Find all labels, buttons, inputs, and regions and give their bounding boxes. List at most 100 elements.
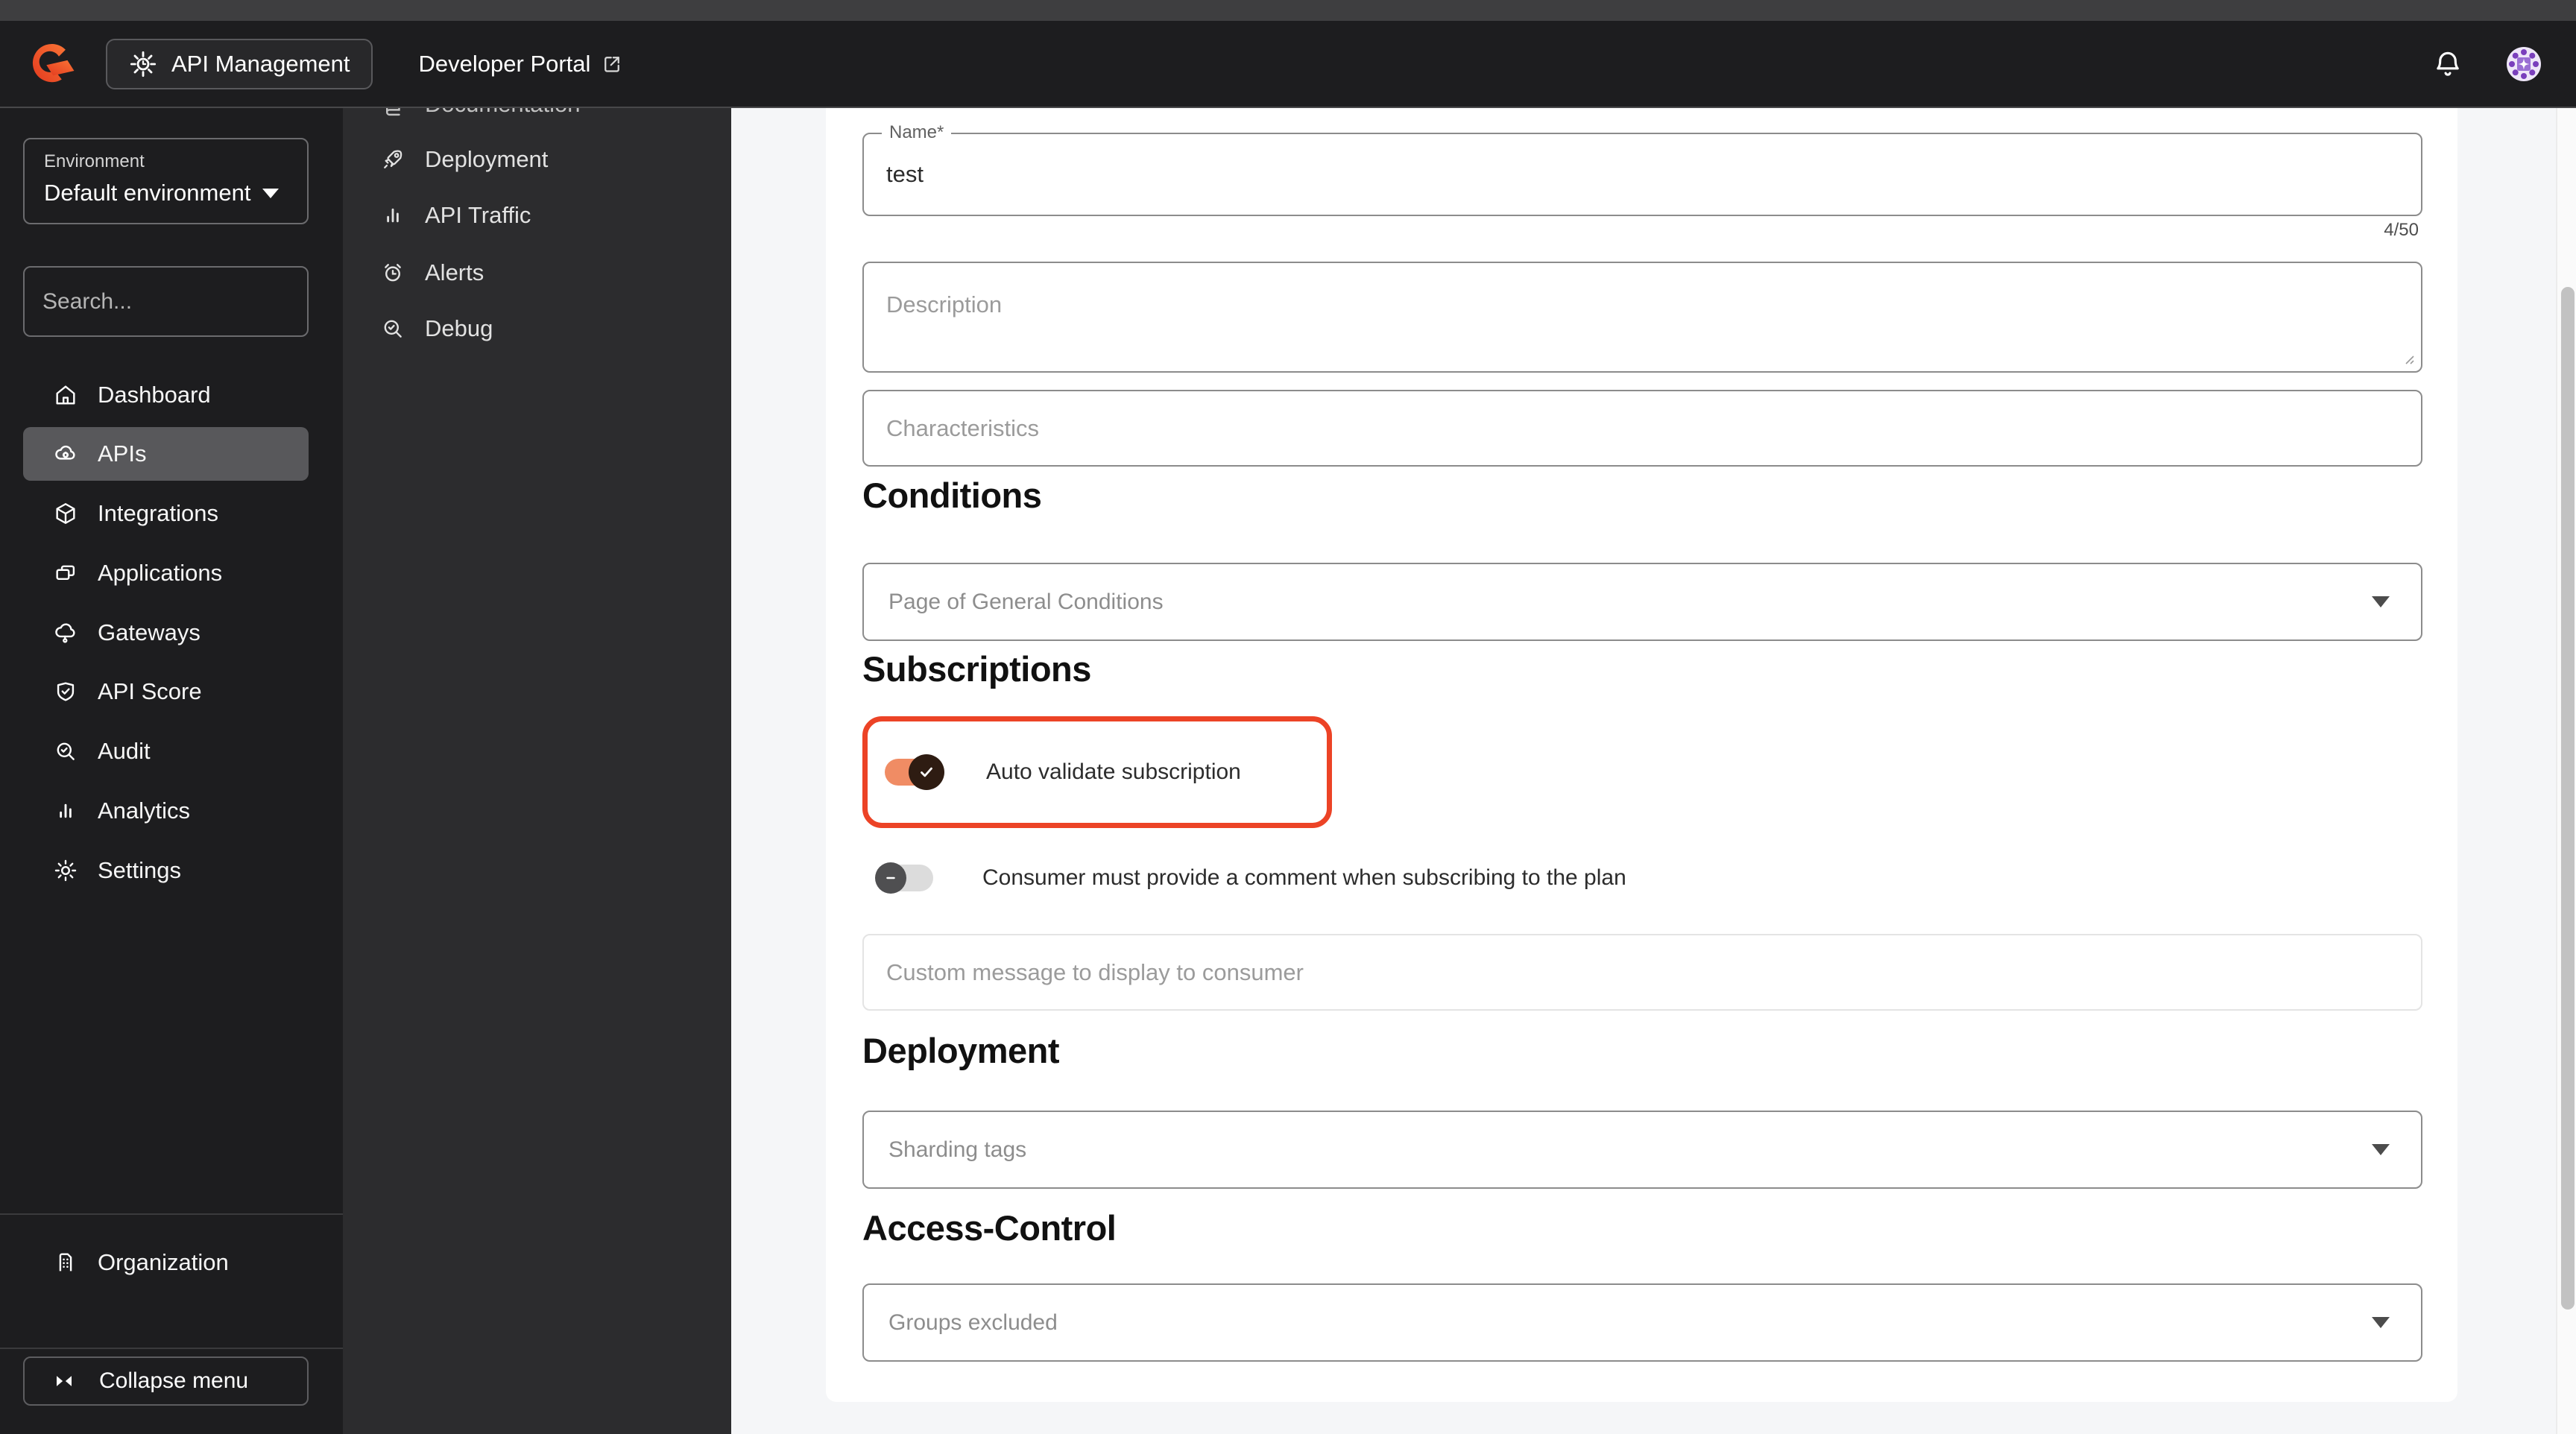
subnav-item-alerts[interactable]: Alerts bbox=[343, 246, 731, 300]
sharding-tags-placeholder: Sharding tags bbox=[888, 1137, 1027, 1162]
bar-chart-icon bbox=[60, 803, 72, 818]
sidebar-item-api-score[interactable]: API Score bbox=[23, 665, 309, 718]
developer-portal-label: Developer Portal bbox=[418, 50, 591, 77]
collapse-menu-button[interactable]: Collapse menu bbox=[23, 1356, 309, 1406]
comment-required-label: Consumer must provide a comment when sub… bbox=[982, 865, 1626, 890]
subnav-item-label: Documentation bbox=[425, 108, 581, 118]
sidebar-divider bbox=[0, 1213, 343, 1215]
name-field-label: Name* bbox=[882, 122, 952, 143]
bell-icon[interactable] bbox=[2431, 48, 2464, 80]
subnav-item-api-traffic[interactable]: API Traffic bbox=[343, 189, 731, 242]
sidebar-item-label: APIs bbox=[98, 440, 147, 467]
groups-excluded-placeholder: Groups excluded bbox=[888, 1310, 1058, 1335]
auto-validate-highlight-box: Auto validate subscription bbox=[862, 716, 1332, 828]
sidebar-item-label: API Score bbox=[98, 678, 202, 704]
developer-portal-link[interactable]: Developer Portal bbox=[419, 51, 624, 78]
environment-selector[interactable]: Environment Default environment bbox=[23, 138, 309, 224]
book-icon bbox=[386, 108, 400, 116]
collapse-icon bbox=[57, 1376, 72, 1386]
sidebar-item-organization[interactable]: Organization bbox=[23, 1236, 309, 1289]
subnav-item-label: Debug bbox=[425, 315, 493, 341]
description-field bbox=[862, 262, 2422, 373]
cloud-gear-icon bbox=[55, 445, 75, 460]
sidebar-item-label: Gateways bbox=[98, 619, 201, 645]
search-check-icon bbox=[384, 320, 402, 338]
api-secondary-nav: Documentation Deployment API Traffic Ale… bbox=[343, 108, 731, 1434]
description-textarea[interactable] bbox=[864, 263, 2421, 371]
comment-required-row: Consumer must provide a comment when sub… bbox=[875, 851, 1626, 905]
deployment-heading: Deployment bbox=[862, 1031, 1060, 1070]
sidebar-item-integrations[interactable]: Integrations bbox=[23, 487, 309, 540]
sidebar-divider bbox=[0, 1348, 343, 1349]
sharding-tags-select[interactable]: Sharding tags bbox=[862, 1111, 2422, 1189]
chevron-down-icon bbox=[2372, 596, 2390, 607]
gear-icon bbox=[130, 51, 157, 77]
resize-handle-icon[interactable] bbox=[2402, 352, 2415, 365]
cloud-node-icon bbox=[55, 623, 75, 643]
subnav-item-label: Alerts bbox=[425, 259, 484, 285]
sidebar-item-apis[interactable]: APIs bbox=[23, 427, 309, 481]
subnav-item-label: API Traffic bbox=[425, 202, 531, 228]
window-top-strip bbox=[0, 0, 2576, 21]
conditions-select[interactable]: Page of General Conditions bbox=[862, 563, 2422, 641]
toggle-thumb-minus-icon bbox=[875, 862, 906, 894]
comment-required-toggle[interactable] bbox=[875, 862, 933, 894]
chevron-down-icon bbox=[262, 188, 280, 198]
environment-value: Default environment bbox=[44, 180, 251, 206]
subnav-item-deployment[interactable]: Deployment bbox=[343, 133, 731, 186]
api-management-label: API Management bbox=[171, 50, 350, 77]
rocket-icon bbox=[384, 150, 402, 168]
characteristics-input[interactable] bbox=[864, 391, 2421, 465]
groups-excluded-select[interactable]: Groups excluded bbox=[862, 1283, 2422, 1362]
building-icon bbox=[59, 1253, 72, 1272]
sidebar-item-dashboard[interactable]: Dashboard bbox=[23, 368, 309, 422]
sidebar-item-label: Analytics bbox=[98, 797, 191, 824]
custom-message-field bbox=[862, 934, 2422, 1011]
sidebar-item-settings[interactable]: Settings bbox=[23, 844, 309, 897]
subnav-item-documentation[interactable]: Documentation bbox=[343, 108, 731, 131]
auto-validate-toggle[interactable] bbox=[885, 754, 944, 790]
sidebar-item-label: Organization bbox=[98, 1249, 229, 1275]
auto-validate-label: Auto validate subscription bbox=[986, 759, 1241, 784]
main-content: Name* 4/50 Conditions Page of General Co… bbox=[731, 108, 2576, 1434]
cube-icon bbox=[56, 503, 75, 524]
gear-icon bbox=[54, 859, 77, 882]
external-link-icon bbox=[604, 56, 620, 72]
primary-sidebar: Environment Default environment Dashboar… bbox=[0, 108, 343, 1434]
chevron-down-icon bbox=[2372, 1317, 2390, 1328]
toggle-thumb-check-icon bbox=[909, 754, 944, 790]
access-control-heading: Access-Control bbox=[862, 1208, 1117, 1248]
collapse-menu-label: Collapse menu bbox=[99, 1368, 249, 1393]
sidebar-item-label: Applications bbox=[98, 560, 223, 586]
alarm-icon bbox=[385, 264, 401, 282]
conditions-heading: Conditions bbox=[862, 476, 1042, 515]
characteristics-field bbox=[862, 390, 2422, 467]
sidebar-search bbox=[23, 266, 330, 337]
scrollbar-track[interactable] bbox=[2556, 108, 2576, 1434]
top-bar: API Management Developer Portal bbox=[0, 21, 2576, 108]
subscriptions-heading: Subscriptions bbox=[862, 649, 1091, 689]
sidebar-item-gateways[interactable]: Gateways bbox=[23, 606, 309, 660]
api-management-chip[interactable]: API Management bbox=[106, 38, 373, 89]
scrollbar-thumb[interactable] bbox=[2561, 287, 2575, 1310]
sidebar-item-audit[interactable]: Audit bbox=[23, 724, 309, 778]
gravitee-logo[interactable] bbox=[28, 37, 76, 91]
name-field: Name* bbox=[862, 122, 2422, 216]
chevron-down-icon bbox=[2372, 1144, 2390, 1155]
sidebar-item-label: Integrations bbox=[98, 500, 218, 526]
custom-message-input[interactable] bbox=[864, 935, 2421, 1009]
conditions-select-placeholder: Page of General Conditions bbox=[888, 589, 1164, 614]
avatar[interactable] bbox=[2506, 46, 2542, 82]
sidebar-item-label: Dashboard bbox=[98, 382, 211, 408]
sidebar-item-analytics[interactable]: Analytics bbox=[23, 784, 309, 838]
sidebar-item-applications[interactable]: Applications bbox=[23, 546, 309, 600]
bar-chart-icon bbox=[387, 208, 399, 223]
apps-icon bbox=[56, 565, 75, 580]
plan-form-card: Name* 4/50 Conditions Page of General Co… bbox=[826, 108, 2457, 1402]
search-input[interactable] bbox=[42, 288, 330, 315]
name-char-counter: 4/50 bbox=[2384, 220, 2419, 240]
sidebar-item-label: Audit bbox=[98, 738, 151, 764]
name-input[interactable] bbox=[864, 134, 2421, 215]
subnav-item-label: Deployment bbox=[425, 146, 549, 172]
subnav-item-debug[interactable]: Debug bbox=[343, 302, 731, 356]
